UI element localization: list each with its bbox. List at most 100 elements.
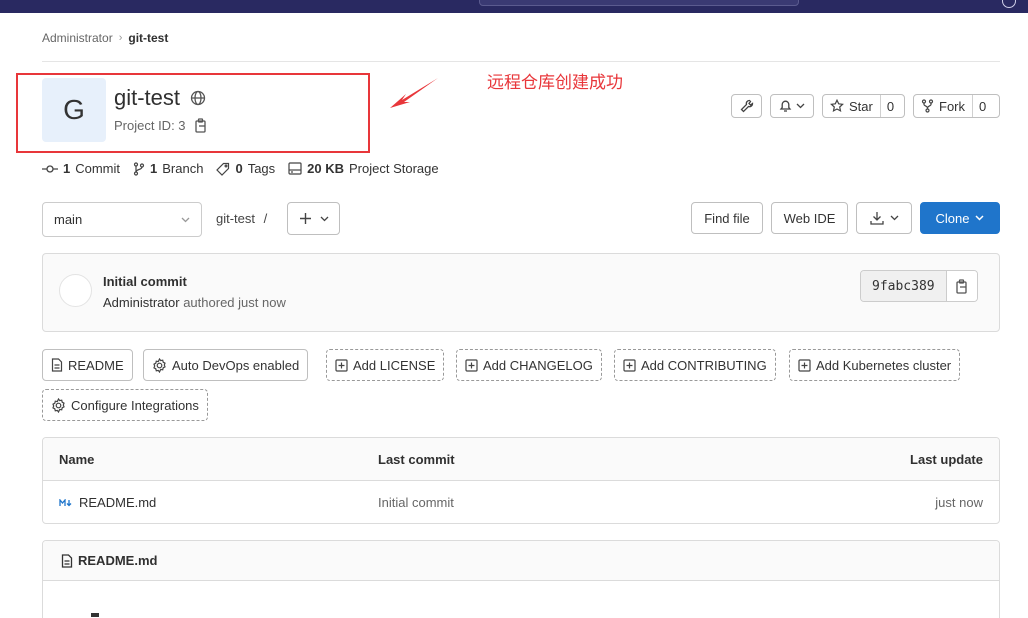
add-kubernetes-label: Add Kubernetes cluster [816, 357, 952, 373]
plus-square-icon [623, 358, 636, 372]
commit-sha[interactable]: 9fabc389 [861, 271, 946, 301]
storage-icon [288, 162, 302, 175]
path-root[interactable]: git-test [216, 211, 255, 226]
storage-size: 20 KB [307, 161, 345, 176]
annotation-arrow-icon [390, 78, 438, 108]
markdown-icon [59, 498, 72, 506]
configure-integrations-label: Configure Integrations [71, 397, 199, 413]
readme-button[interactable]: README [42, 349, 133, 381]
commit-meta: authored just now [183, 295, 286, 310]
find-file-label: Find file [704, 210, 750, 226]
add-contributing-label: Add CONTRIBUTING [641, 357, 767, 373]
readme-title: README.md [78, 553, 158, 568]
add-changelog-label: Add CHANGELOG [483, 357, 593, 373]
add-license-label: Add LICENSE [353, 357, 436, 373]
add-contributing-button[interactable]: Add CONTRIBUTING [614, 349, 776, 381]
file-name[interactable]: README.md [79, 495, 156, 510]
user-avatar-icon[interactable] [1002, 0, 1016, 8]
star-count[interactable]: 0 [879, 95, 900, 117]
col-name-header: Name [59, 452, 95, 467]
tags-label: Tags [247, 161, 276, 176]
copy-sha-button[interactable] [945, 271, 977, 301]
branches-count: 1 [150, 161, 158, 176]
file-tree-table: Name Last commit Last update README.md I… [42, 437, 1000, 524]
file-name-cell[interactable]: README.md [59, 495, 156, 510]
add-license-button[interactable]: Add LICENSE [326, 349, 445, 381]
auto-devops-button[interactable]: Auto DevOps enabled [143, 349, 309, 381]
branch-icon [133, 161, 145, 176]
plus-icon [299, 213, 311, 224]
path-sep: / [263, 211, 268, 226]
star-button[interactable]: Star 0 [822, 94, 905, 118]
commit-title[interactable]: Initial commit [103, 274, 187, 289]
find-file-button[interactable]: Find file [691, 202, 763, 234]
readme-panel: README.md [42, 540, 1000, 618]
gear-icon [52, 397, 65, 413]
stat-storage[interactable]: 20 KB Project Storage [288, 161, 439, 176]
plus-square-icon [335, 358, 348, 372]
commit-author[interactable]: Administrator [103, 295, 180, 310]
gear-icon [153, 357, 166, 373]
download-button[interactable] [856, 202, 912, 234]
readme-content-fragment [91, 613, 99, 617]
commits-count: 1 [63, 161, 71, 176]
chevron-right-icon: › [118, 32, 123, 44]
breadcrumb-parent[interactable]: Administrator [42, 31, 113, 45]
last-commit-panel: Initial commit Administrator authored ju… [42, 253, 1000, 332]
add-kubernetes-button[interactable]: Add Kubernetes cluster [789, 349, 961, 381]
file-last-commit[interactable]: Initial commit [378, 495, 454, 510]
tags-count: 0 [235, 161, 243, 176]
stat-tags[interactable]: 0 Tags [216, 161, 275, 176]
stat-commits[interactable]: 1 Commit [42, 161, 120, 176]
auto-devops-label: Auto DevOps enabled [172, 357, 300, 373]
settings-button[interactable] [731, 94, 762, 118]
bell-icon [779, 100, 792, 112]
chevron-down-icon [975, 215, 985, 221]
copy-icon [956, 278, 967, 294]
commits-label: Commit [75, 161, 121, 176]
col-last-update-header: Last update [910, 452, 983, 467]
table-row[interactable]: README.md Initial commit just now [43, 481, 999, 523]
commit-icon [42, 164, 58, 173]
annotation-text: 远程仓库创建成功 [487, 73, 623, 93]
add-to-tree-button[interactable] [287, 202, 340, 235]
top-navbar [0, 0, 1028, 13]
storage-label: Project Storage [349, 161, 439, 176]
col-last-commit-header: Last commit [378, 452, 455, 467]
readme-label: README [68, 357, 124, 373]
chevron-down-icon [181, 217, 190, 222]
fork-count[interactable]: 0 [972, 95, 992, 117]
commit-author-avatar[interactable] [59, 274, 92, 307]
web-ide-button[interactable]: Web IDE [771, 202, 848, 234]
fork-button[interactable]: Fork 0 [913, 94, 1000, 118]
clone-button[interactable]: Clone [920, 202, 1000, 234]
stat-branches[interactable]: 1 Branch [133, 161, 203, 176]
notifications-button[interactable] [770, 94, 814, 118]
fork-icon [921, 99, 934, 113]
add-changelog-button[interactable]: Add CHANGELOG [456, 349, 602, 381]
chevron-down-icon [796, 103, 805, 109]
chevron-down-icon [320, 216, 328, 221]
breadcrumb: Administrator › git-test [42, 31, 168, 45]
breadcrumb-current[interactable]: git-test [128, 31, 168, 45]
file-icon [51, 358, 63, 372]
commit-sha-group: 9fabc389 [860, 270, 978, 302]
download-icon [869, 212, 884, 225]
plus-square-icon [798, 358, 811, 372]
plus-square-icon [465, 358, 478, 372]
chevron-down-icon [890, 215, 898, 221]
wrench-icon [740, 99, 753, 113]
commit-author-line: Administrator authored just now [103, 295, 286, 310]
table-header: Name Last commit Last update [43, 438, 999, 481]
configure-integrations-button[interactable]: Configure Integrations [42, 389, 208, 421]
highlight-box [16, 73, 370, 153]
file-icon [61, 553, 73, 568]
tag-icon [216, 162, 230, 176]
branch-name: main [54, 212, 83, 227]
file-last-update: just now [935, 495, 983, 510]
branches-label: Branch [162, 161, 204, 176]
search-input[interactable] [479, 0, 799, 6]
branch-dropdown[interactable]: main [42, 202, 202, 237]
fork-label: Fork [939, 98, 965, 114]
clone-label: Clone [935, 210, 970, 226]
